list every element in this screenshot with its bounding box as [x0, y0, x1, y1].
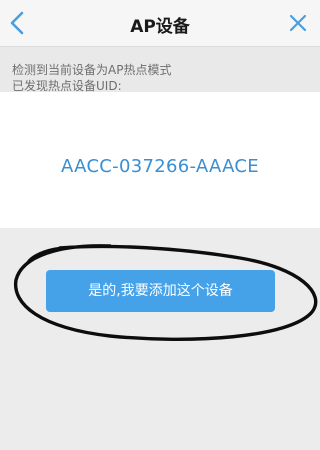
- close-icon: [289, 14, 307, 32]
- close-button[interactable]: [286, 11, 310, 35]
- action-area: [0, 228, 320, 450]
- detection-message: 检测到当前设备为AP热点模式: [12, 63, 172, 77]
- add-device-button[interactable]: 是的,我要添加这个设备: [46, 270, 275, 312]
- device-uid-card: AACC-037266-AAACE: [0, 92, 320, 228]
- detection-info: 检测到当前设备为AP热点模式 已发现热点设备UID:: [0, 47, 320, 93]
- page-title: AP设备: [130, 17, 190, 37]
- device-uid: AACC-037266-AAACE: [61, 156, 259, 177]
- app-header: AP设备: [0, 0, 320, 47]
